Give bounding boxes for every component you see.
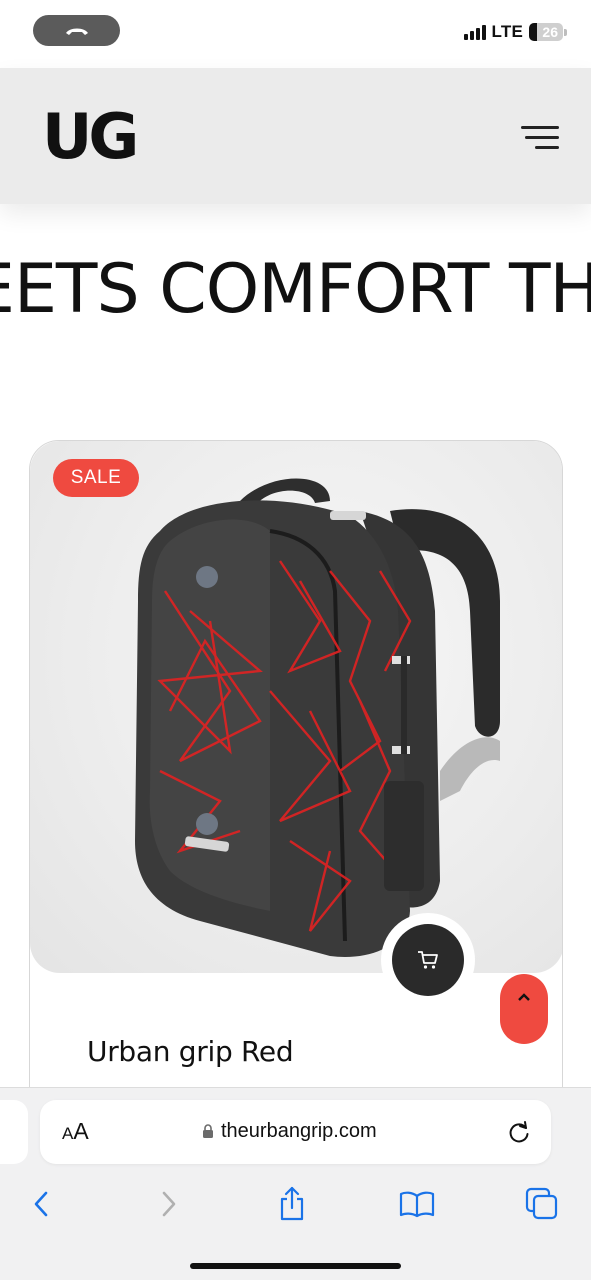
menu-button[interactable]	[515, 126, 559, 152]
marquee-text: EETS COMFORT TH	[0, 250, 591, 329]
back-icon	[34, 1191, 48, 1217]
url-text: theurbangrip.com	[221, 1120, 377, 1142]
chevron-up-icon	[518, 993, 530, 1001]
previous-tab-preview[interactable]	[0, 1100, 28, 1164]
address-bar[interactable]: AA theurbangrip.com	[40, 1100, 551, 1164]
battery-icon: 26	[529, 23, 567, 41]
network-type: LTE	[491, 22, 523, 41]
url-display[interactable]: theurbangrip.com	[202, 1120, 377, 1143]
battery-level: 26	[542, 24, 558, 40]
product-image[interactable]: SALE	[30, 441, 562, 973]
product-card[interactable]: SALE Urban grip Red	[29, 440, 563, 1100]
reload-button[interactable]	[506, 1118, 532, 1146]
tabs-button[interactable]	[520, 1184, 564, 1224]
sale-badge: SALE	[53, 459, 139, 497]
hamburger-menu-icon	[521, 126, 559, 129]
home-indicator[interactable]	[190, 1263, 401, 1269]
cart-icon	[418, 951, 438, 969]
add-to-cart-button[interactable]	[381, 913, 475, 1007]
bookmarks-icon	[399, 1191, 435, 1218]
marquee-banner: EETS COMFORT TH	[0, 250, 591, 330]
page: LTE 26 UG EETS COMFORT TH SALE Urban gri…	[0, 0, 591, 1280]
browser-toolbar	[0, 1184, 591, 1228]
scroll-to-top-button[interactable]	[500, 974, 548, 1044]
status-bar: LTE 26	[0, 0, 591, 66]
status-indicators: LTE 26	[463, 22, 567, 42]
tabs-icon	[525, 1187, 558, 1220]
browser-bottom-bar: AA theurbangrip.com	[0, 1087, 591, 1280]
site-header: UG	[0, 68, 591, 204]
forward-icon	[162, 1191, 176, 1217]
logo[interactable]: UG	[42, 106, 139, 168]
forward-button[interactable]	[147, 1184, 191, 1224]
backpack-image	[135, 478, 500, 957]
lock-icon	[203, 1124, 213, 1138]
signal-icon	[463, 24, 486, 40]
phone-hangup-icon	[65, 28, 88, 35]
share-button[interactable]	[270, 1184, 314, 1224]
back-button[interactable]	[19, 1184, 63, 1224]
text-size-button[interactable]: AA	[62, 1118, 89, 1145]
product-title[interactable]: Urban grip Red	[87, 1035, 294, 1068]
active-call-pill[interactable]	[33, 15, 120, 46]
bookmarks-button[interactable]	[395, 1184, 439, 1224]
reload-icon	[509, 1121, 529, 1143]
share-icon	[280, 1186, 304, 1221]
